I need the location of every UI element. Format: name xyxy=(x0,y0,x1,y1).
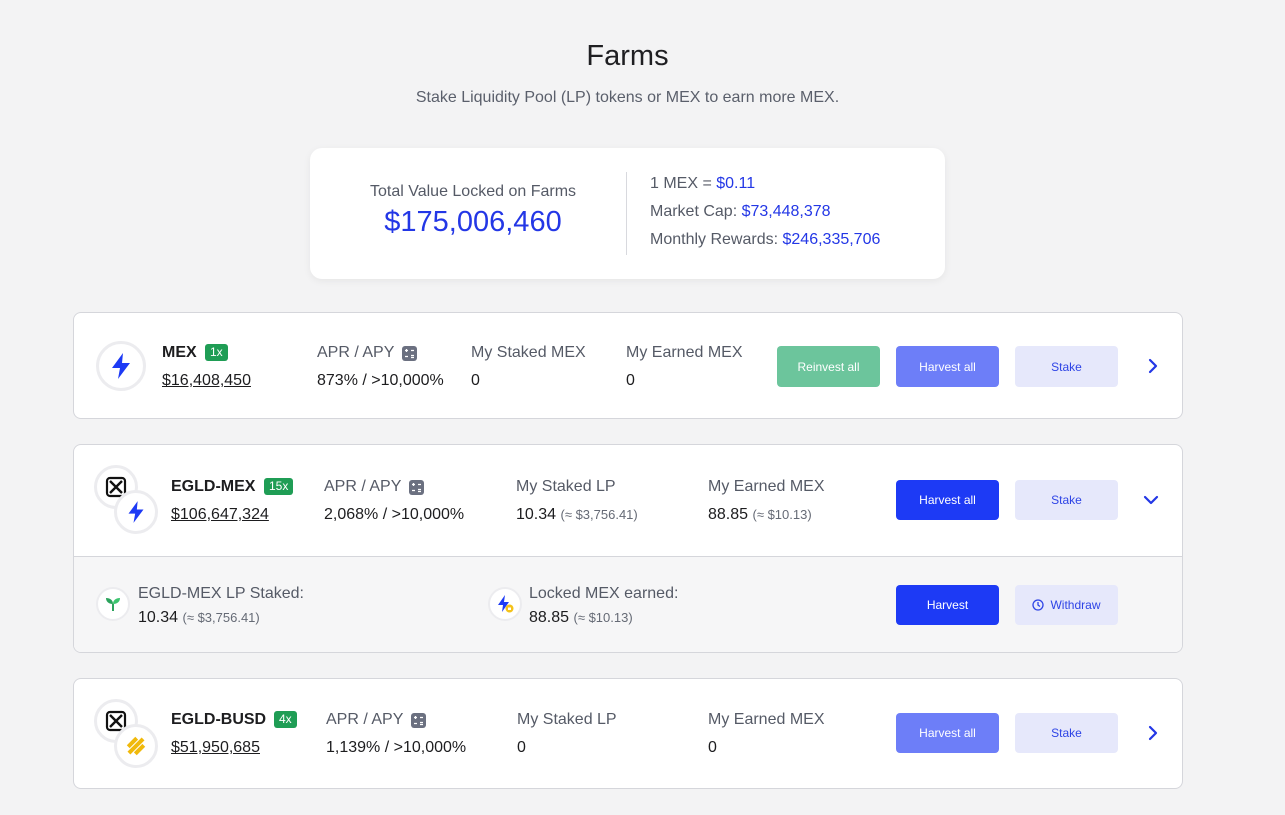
market-cap-value: $73,448,378 xyxy=(741,203,831,220)
farm-usd-link[interactable]: $51,950,685 xyxy=(171,739,260,757)
chevron-right-icon[interactable] xyxy=(1143,723,1163,743)
market-cap-label: Market Cap: xyxy=(650,203,742,220)
locked-earned-amount: 88.85 xyxy=(529,609,570,626)
withdraw-button[interactable]: Withdraw xyxy=(1015,585,1118,625)
lp-staked-approx: (≈ $3,756.41) xyxy=(182,610,260,625)
reinvest-all-button[interactable]: Reinvest all xyxy=(777,346,880,387)
staked-label: My Staked LP xyxy=(516,478,616,495)
calculator-icon[interactable] xyxy=(411,712,427,728)
clock-icon xyxy=(1032,599,1045,611)
busd-icon xyxy=(114,724,158,768)
apr-label-text: APR / APY xyxy=(326,711,404,728)
farm-usd-link[interactable]: $106,647,324 xyxy=(171,506,269,524)
mex-price-label: 1 MEX = xyxy=(650,175,717,192)
apr-label-text: APR / APY xyxy=(324,478,402,495)
staked-value: 0 xyxy=(517,739,526,756)
apr-value: 1,139% / >10,000% xyxy=(326,739,467,756)
apr-value: 873% / >10,000% xyxy=(317,372,444,389)
staked-value: 10.34 (≈ $3,756.41) xyxy=(516,506,638,524)
staked-approx: (≈ $3,756.41) xyxy=(560,507,638,522)
earned-value: 88.85 (≈ $10.13) xyxy=(708,506,812,524)
sprout-icon xyxy=(96,587,130,621)
farm-card-mex: MEX 1x $16,408,450 APR / APY 873% / >10,… xyxy=(73,312,1183,419)
tvl-label: Total Value Locked on Farms xyxy=(369,183,577,200)
lp-staked-label: EGLD-MEX LP Staked: xyxy=(138,585,304,602)
staked-label: My Staked LP xyxy=(517,711,617,728)
earned-value: 0 xyxy=(626,372,635,389)
lightning-icon xyxy=(114,490,158,534)
chevron-right-icon[interactable] xyxy=(1143,356,1163,376)
monthly-rewards-value: $246,335,706 xyxy=(782,231,881,248)
farm-usd-link[interactable]: $16,408,450 xyxy=(162,372,251,390)
earned-approx: (≈ $10.13) xyxy=(752,507,812,522)
mex-price-value: $0.11 xyxy=(716,175,756,192)
page-subtitle: Stake Liquidity Pool (LP) tokens or MEX … xyxy=(415,89,840,106)
staked-value: 0 xyxy=(471,372,480,389)
harvest-all-button[interactable]: Harvest all xyxy=(896,346,999,387)
farms-page: Farms Stake Liquidity Pool (LP) tokens o… xyxy=(0,0,1285,815)
withdraw-label: Withdraw xyxy=(1050,598,1101,612)
monthly-rewards: Monthly Rewards: $246,335,706 xyxy=(650,231,880,249)
apr-label: APR / APY xyxy=(317,344,418,362)
earned-label: My Earned MEX xyxy=(708,478,825,495)
monthly-rewards-label: Monthly Rewards: xyxy=(650,231,783,248)
harvest-all-button[interactable]: Harvest all xyxy=(896,480,999,520)
lp-staked-amount: 10.34 xyxy=(138,609,179,626)
locked-mex-icon xyxy=(488,587,522,621)
calculator-icon[interactable] xyxy=(409,479,425,495)
tvl-value: $175,006,460 xyxy=(384,206,562,238)
locked-earned-value: 88.85 (≈ $10.13) xyxy=(529,609,633,627)
earned-value: 0 xyxy=(708,739,717,756)
farm-name: EGLD-BUSD xyxy=(171,711,267,728)
locked-earned-label: Locked MEX earned: xyxy=(529,585,679,602)
apr-value: 2,068% / >10,000% xyxy=(324,506,465,523)
stake-button[interactable]: Stake xyxy=(1015,480,1118,520)
calculator-icon[interactable] xyxy=(402,345,418,361)
multiplier-badge: 1x xyxy=(205,344,228,361)
apr-label: APR / APY xyxy=(326,711,427,729)
chevron-down-icon[interactable] xyxy=(1141,490,1161,510)
staked-label: My Staked MEX xyxy=(471,344,586,361)
lp-staked-value: 10.34 (≈ $3,756.41) xyxy=(138,609,260,627)
earned-label: My Earned MEX xyxy=(626,344,743,361)
page-title: Farms xyxy=(586,40,669,72)
summary-card: Total Value Locked on Farms $175,006,460… xyxy=(310,148,945,279)
earned-amount: 88.85 xyxy=(708,506,749,523)
summary-divider xyxy=(626,172,627,255)
harvest-all-button[interactable]: Harvest all xyxy=(896,713,999,753)
farm-card-egld-busd: EGLD-BUSD 4x $51,950,685 APR / APY 1,139… xyxy=(73,678,1183,789)
apr-label-text: APR / APY xyxy=(317,344,395,361)
locked-earned-approx: (≈ $10.13) xyxy=(573,610,633,625)
stake-button[interactable]: Stake xyxy=(1015,346,1118,387)
lightning-icon xyxy=(96,341,146,391)
stake-button[interactable]: Stake xyxy=(1015,713,1118,753)
apr-label: APR / APY xyxy=(324,478,425,496)
multiplier-badge: 15x xyxy=(264,478,294,495)
farm-name: EGLD-MEX xyxy=(171,478,256,495)
mex-price: 1 MEX = $0.11 xyxy=(650,175,755,193)
farm-name: MEX xyxy=(162,344,197,361)
earned-label: My Earned MEX xyxy=(708,711,825,728)
multiplier-badge: 4x xyxy=(274,711,297,728)
farm-card-egld-mex: EGLD-MEX 15x $106,647,324 APR / APY 2,06… xyxy=(73,444,1183,653)
farm-detail-panel: EGLD-MEX LP Staked: 10.34 (≈ $3,756.41) … xyxy=(74,556,1182,652)
staked-amount: 10.34 xyxy=(516,506,557,523)
harvest-button[interactable]: Harvest xyxy=(896,585,999,625)
market-cap: Market Cap: $73,448,378 xyxy=(650,203,831,221)
